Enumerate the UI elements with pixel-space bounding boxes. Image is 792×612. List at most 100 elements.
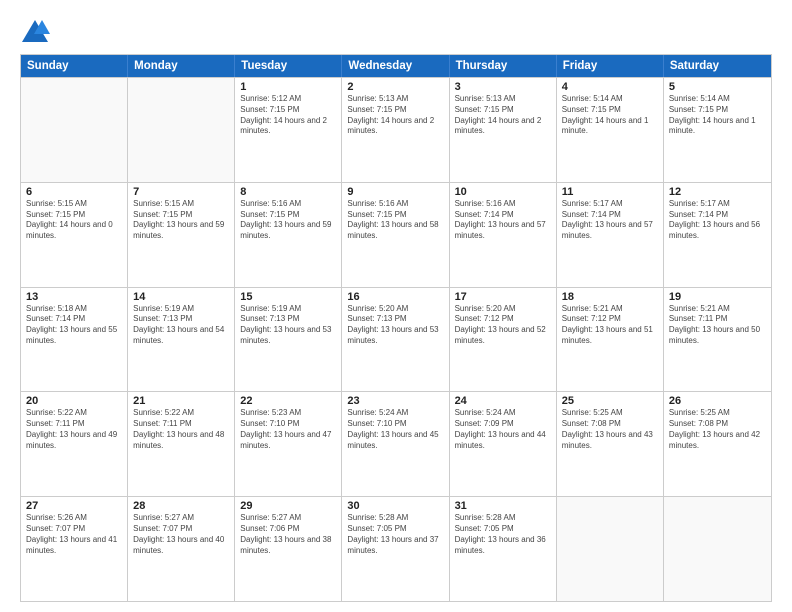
calendar-cell: 12Sunrise: 5:17 AM Sunset: 7:14 PM Dayli… bbox=[664, 183, 771, 287]
calendar-cell: 26Sunrise: 5:25 AM Sunset: 7:08 PM Dayli… bbox=[664, 392, 771, 496]
header bbox=[20, 16, 772, 46]
calendar-cell: 13Sunrise: 5:18 AM Sunset: 7:14 PM Dayli… bbox=[21, 288, 128, 392]
page: SundayMondayTuesdayWednesdayThursdayFrid… bbox=[0, 0, 792, 612]
calendar-cell: 21Sunrise: 5:22 AM Sunset: 7:11 PM Dayli… bbox=[128, 392, 235, 496]
calendar-cell bbox=[128, 78, 235, 182]
day-info: Sunrise: 5:25 AM Sunset: 7:08 PM Dayligh… bbox=[562, 408, 658, 451]
calendar-cell: 17Sunrise: 5:20 AM Sunset: 7:12 PM Dayli… bbox=[450, 288, 557, 392]
day-number: 4 bbox=[562, 81, 658, 93]
day-info: Sunrise: 5:12 AM Sunset: 7:15 PM Dayligh… bbox=[240, 94, 336, 137]
day-number: 5 bbox=[669, 81, 766, 93]
day-number: 8 bbox=[240, 186, 336, 198]
calendar-cell: 30Sunrise: 5:28 AM Sunset: 7:05 PM Dayli… bbox=[342, 497, 449, 601]
day-number: 13 bbox=[26, 291, 122, 303]
calendar-header-cell: Thursday bbox=[450, 55, 557, 77]
day-number: 11 bbox=[562, 186, 658, 198]
day-info: Sunrise: 5:21 AM Sunset: 7:12 PM Dayligh… bbox=[562, 304, 658, 347]
day-info: Sunrise: 5:28 AM Sunset: 7:05 PM Dayligh… bbox=[455, 513, 551, 556]
calendar-cell: 9Sunrise: 5:16 AM Sunset: 7:15 PM Daylig… bbox=[342, 183, 449, 287]
day-info: Sunrise: 5:14 AM Sunset: 7:15 PM Dayligh… bbox=[562, 94, 658, 137]
day-info: Sunrise: 5:20 AM Sunset: 7:13 PM Dayligh… bbox=[347, 304, 443, 347]
day-number: 27 bbox=[26, 500, 122, 512]
day-info: Sunrise: 5:27 AM Sunset: 7:07 PM Dayligh… bbox=[133, 513, 229, 556]
day-number: 16 bbox=[347, 291, 443, 303]
calendar-cell bbox=[21, 78, 128, 182]
day-info: Sunrise: 5:22 AM Sunset: 7:11 PM Dayligh… bbox=[26, 408, 122, 451]
calendar-header-cell: Friday bbox=[557, 55, 664, 77]
day-info: Sunrise: 5:17 AM Sunset: 7:14 PM Dayligh… bbox=[562, 199, 658, 242]
calendar-cell: 28Sunrise: 5:27 AM Sunset: 7:07 PM Dayli… bbox=[128, 497, 235, 601]
day-number: 23 bbox=[347, 395, 443, 407]
calendar-cell: 19Sunrise: 5:21 AM Sunset: 7:11 PM Dayli… bbox=[664, 288, 771, 392]
day-number: 3 bbox=[455, 81, 551, 93]
calendar-cell: 27Sunrise: 5:26 AM Sunset: 7:07 PM Dayli… bbox=[21, 497, 128, 601]
calendar-row: 13Sunrise: 5:18 AM Sunset: 7:14 PM Dayli… bbox=[21, 287, 771, 392]
day-info: Sunrise: 5:14 AM Sunset: 7:15 PM Dayligh… bbox=[669, 94, 766, 137]
calendar-cell: 6Sunrise: 5:15 AM Sunset: 7:15 PM Daylig… bbox=[21, 183, 128, 287]
day-number: 29 bbox=[240, 500, 336, 512]
calendar-cell: 8Sunrise: 5:16 AM Sunset: 7:15 PM Daylig… bbox=[235, 183, 342, 287]
calendar-header-cell: Tuesday bbox=[235, 55, 342, 77]
calendar-header-cell: Monday bbox=[128, 55, 235, 77]
calendar-cell: 1Sunrise: 5:12 AM Sunset: 7:15 PM Daylig… bbox=[235, 78, 342, 182]
day-info: Sunrise: 5:23 AM Sunset: 7:10 PM Dayligh… bbox=[240, 408, 336, 451]
day-info: Sunrise: 5:20 AM Sunset: 7:12 PM Dayligh… bbox=[455, 304, 551, 347]
day-info: Sunrise: 5:22 AM Sunset: 7:11 PM Dayligh… bbox=[133, 408, 229, 451]
day-info: Sunrise: 5:18 AM Sunset: 7:14 PM Dayligh… bbox=[26, 304, 122, 347]
day-number: 9 bbox=[347, 186, 443, 198]
day-info: Sunrise: 5:15 AM Sunset: 7:15 PM Dayligh… bbox=[133, 199, 229, 242]
calendar-cell bbox=[557, 497, 664, 601]
day-info: Sunrise: 5:13 AM Sunset: 7:15 PM Dayligh… bbox=[455, 94, 551, 137]
calendar-cell: 16Sunrise: 5:20 AM Sunset: 7:13 PM Dayli… bbox=[342, 288, 449, 392]
day-number: 6 bbox=[26, 186, 122, 198]
calendar-cell: 15Sunrise: 5:19 AM Sunset: 7:13 PM Dayli… bbox=[235, 288, 342, 392]
day-number: 31 bbox=[455, 500, 551, 512]
day-number: 30 bbox=[347, 500, 443, 512]
day-number: 17 bbox=[455, 291, 551, 303]
calendar-cell: 23Sunrise: 5:24 AM Sunset: 7:10 PM Dayli… bbox=[342, 392, 449, 496]
calendar-row: 1Sunrise: 5:12 AM Sunset: 7:15 PM Daylig… bbox=[21, 77, 771, 182]
day-number: 26 bbox=[669, 395, 766, 407]
calendar-cell: 4Sunrise: 5:14 AM Sunset: 7:15 PM Daylig… bbox=[557, 78, 664, 182]
day-info: Sunrise: 5:16 AM Sunset: 7:15 PM Dayligh… bbox=[240, 199, 336, 242]
day-info: Sunrise: 5:19 AM Sunset: 7:13 PM Dayligh… bbox=[133, 304, 229, 347]
day-info: Sunrise: 5:26 AM Sunset: 7:07 PM Dayligh… bbox=[26, 513, 122, 556]
calendar-header-cell: Sunday bbox=[21, 55, 128, 77]
day-info: Sunrise: 5:19 AM Sunset: 7:13 PM Dayligh… bbox=[240, 304, 336, 347]
calendar-cell bbox=[664, 497, 771, 601]
day-number: 12 bbox=[669, 186, 766, 198]
logo-icon bbox=[20, 16, 50, 46]
day-info: Sunrise: 5:28 AM Sunset: 7:05 PM Dayligh… bbox=[347, 513, 443, 556]
day-info: Sunrise: 5:17 AM Sunset: 7:14 PM Dayligh… bbox=[669, 199, 766, 242]
day-number: 24 bbox=[455, 395, 551, 407]
calendar-cell: 24Sunrise: 5:24 AM Sunset: 7:09 PM Dayli… bbox=[450, 392, 557, 496]
calendar-cell: 11Sunrise: 5:17 AM Sunset: 7:14 PM Dayli… bbox=[557, 183, 664, 287]
calendar-cell: 31Sunrise: 5:28 AM Sunset: 7:05 PM Dayli… bbox=[450, 497, 557, 601]
day-number: 20 bbox=[26, 395, 122, 407]
day-number: 18 bbox=[562, 291, 658, 303]
day-info: Sunrise: 5:25 AM Sunset: 7:08 PM Dayligh… bbox=[669, 408, 766, 451]
calendar-cell: 25Sunrise: 5:25 AM Sunset: 7:08 PM Dayli… bbox=[557, 392, 664, 496]
calendar-row: 6 Sunrise: 5:15 AM Sunset: 7:15 PM Daylig… bbox=[21, 182, 771, 287]
day-number: 10 bbox=[455, 186, 551, 198]
day-info: Sunrise: 5:24 AM Sunset: 7:10 PM Dayligh… bbox=[347, 408, 443, 451]
day-number: 15 bbox=[240, 291, 336, 303]
day-info: Sunrise: 5:27 AM Sunset: 7:06 PM Dayligh… bbox=[240, 513, 336, 556]
day-info: Sunrise: 5:16 AM Sunset: 7:15 PM Dayligh… bbox=[347, 199, 443, 242]
day-number: 7 bbox=[133, 186, 229, 198]
day-info: Sunrise: 5:21 AM Sunset: 7:11 PM Dayligh… bbox=[669, 304, 766, 347]
calendar-header-cell: Saturday bbox=[664, 55, 771, 77]
day-number: 19 bbox=[669, 291, 766, 303]
day-number: 21 bbox=[133, 395, 229, 407]
day-info: Sunrise: 5:16 AM Sunset: 7:14 PM Dayligh… bbox=[455, 199, 551, 242]
day-number: 2 bbox=[347, 81, 443, 93]
day-number: 28 bbox=[133, 500, 229, 512]
calendar-header-cell: Wednesday bbox=[342, 55, 449, 77]
day-number: 22 bbox=[240, 395, 336, 407]
calendar-cell: 10Sunrise: 5:16 AM Sunset: 7:14 PM Dayli… bbox=[450, 183, 557, 287]
calendar-cell: 20Sunrise: 5:22 AM Sunset: 7:11 PM Dayli… bbox=[21, 392, 128, 496]
day-info: Sunrise: 5:13 AM Sunset: 7:15 PM Dayligh… bbox=[347, 94, 443, 137]
calendar-cell: 3Sunrise: 5:13 AM Sunset: 7:15 PM Daylig… bbox=[450, 78, 557, 182]
calendar-cell: 2Sunrise: 5:13 AM Sunset: 7:15 PM Daylig… bbox=[342, 78, 449, 182]
day-number: 14 bbox=[133, 291, 229, 303]
